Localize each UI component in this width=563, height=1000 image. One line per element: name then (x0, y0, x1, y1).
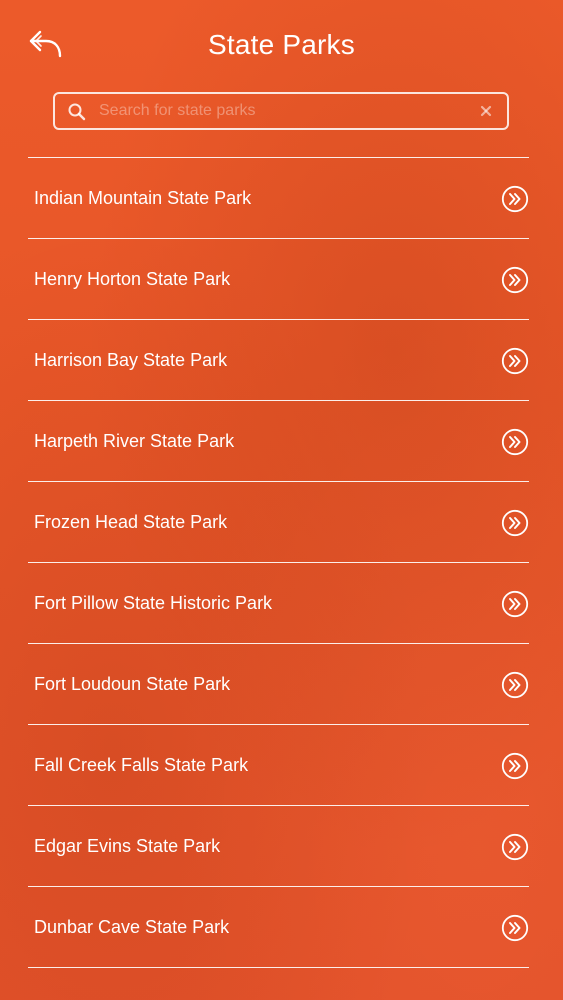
search-icon (68, 103, 86, 121)
double-chevron-right-circle-icon[interactable] (501, 752, 529, 780)
list-item[interactable]: Dunbar Cave State Park (28, 887, 529, 968)
park-name: Harpeth River State Park (34, 431, 235, 451)
park-name: Henry Horton State Park (34, 269, 231, 289)
list-item[interactable]: Harpeth River State Park (28, 401, 529, 482)
park-name: Indian Mountain State Park (34, 188, 252, 208)
list-item[interactable]: Fall Creek Falls State Park (28, 725, 529, 806)
page-title: State Parks (208, 29, 355, 60)
double-chevron-right-circle-icon[interactable] (501, 914, 529, 942)
search-input[interactable] (99, 94, 459, 128)
list-item[interactable]: Fort Loudoun State Park (28, 644, 529, 725)
app-header: State Parks (0, 0, 563, 90)
park-name: Edgar Evins State Park (34, 836, 221, 856)
double-chevron-right-circle-icon[interactable] (501, 590, 529, 618)
double-chevron-right-circle-icon[interactable] (501, 347, 529, 375)
double-chevron-right-circle-icon[interactable] (501, 833, 529, 861)
list-item[interactable]: Fort Pillow State Historic Park (28, 563, 529, 644)
list-item[interactable]: Harrison Bay State Park (28, 320, 529, 401)
park-name: Fort Loudoun State Park (34, 674, 231, 694)
double-chevron-right-circle-icon[interactable] (501, 266, 529, 294)
park-name: Frozen Head State Park (34, 512, 228, 532)
list-item[interactable]: Edgar Evins State Park (28, 806, 529, 887)
close-icon[interactable] (477, 102, 495, 120)
park-name: Harrison Bay State Park (34, 350, 228, 370)
double-chevron-right-circle-icon[interactable] (501, 428, 529, 456)
list-item[interactable]: Frozen Head State Park (28, 482, 529, 563)
search-bar[interactable] (53, 92, 509, 130)
list-item[interactable]: Henry Horton State Park (28, 239, 529, 320)
double-chevron-right-circle-icon[interactable] (501, 509, 529, 537)
park-name: Dunbar Cave State Park (34, 917, 230, 937)
double-chevron-right-circle-icon[interactable] (501, 185, 529, 213)
double-chevron-right-circle-icon[interactable] (501, 671, 529, 699)
parks-list: Indian Mountain State Park Henry Horton S… (28, 157, 529, 968)
park-name: Fort Pillow State Historic Park (34, 593, 273, 613)
list-item[interactable]: Indian Mountain State Park (28, 158, 529, 239)
park-name: Fall Creek Falls State Park (34, 755, 249, 775)
